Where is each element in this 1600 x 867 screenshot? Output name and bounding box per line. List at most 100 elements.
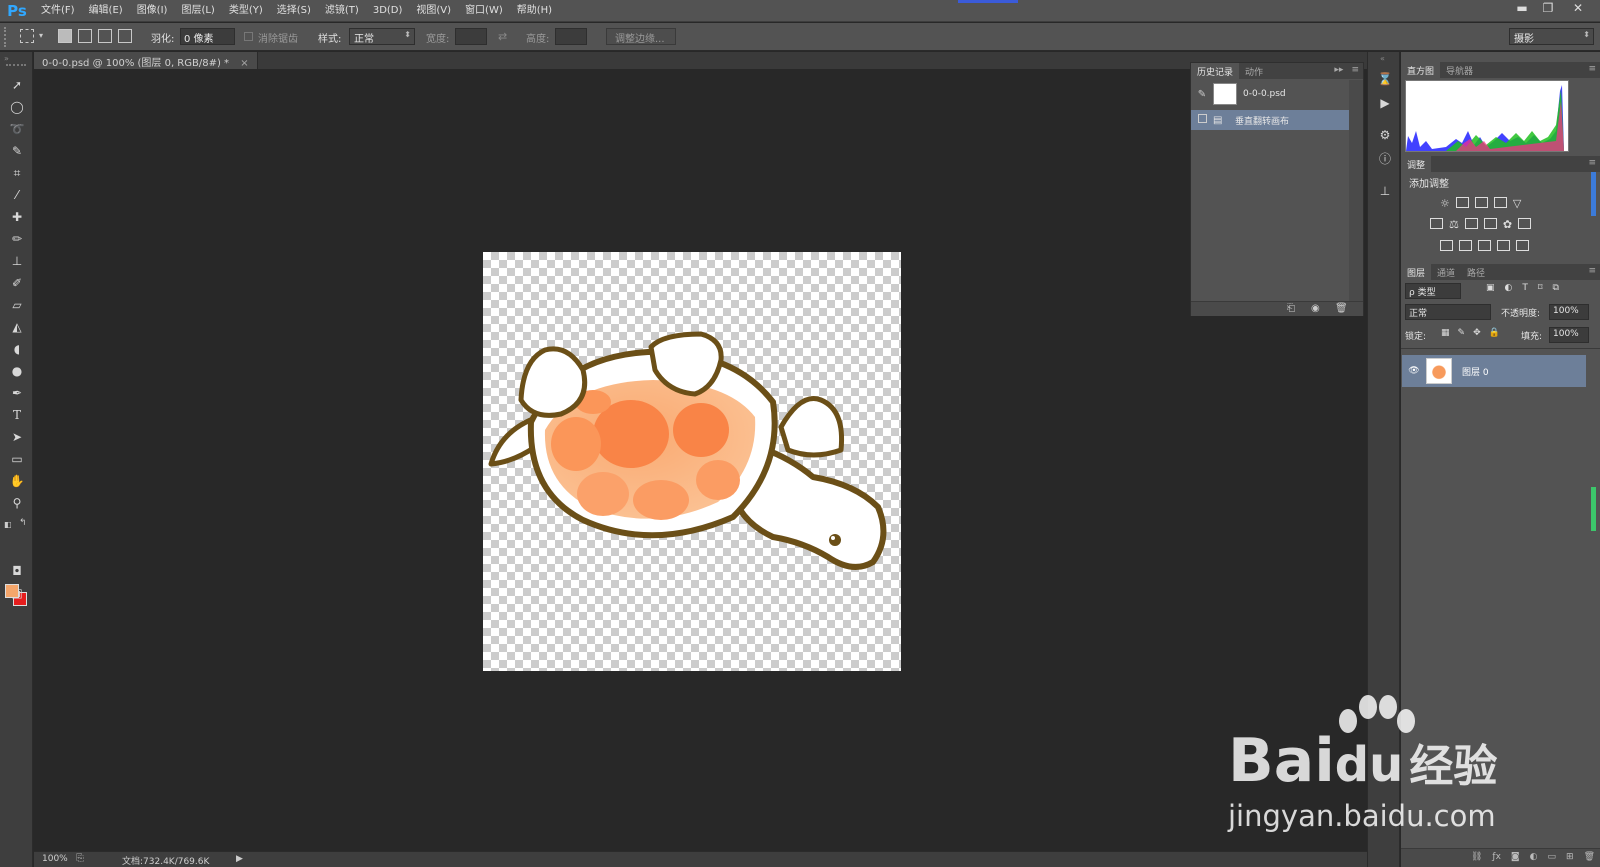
panel-menu-icon[interactable]: ≡ (1584, 264, 1600, 280)
vibrance-icon[interactable]: ▽ (1513, 197, 1521, 210)
color-lookup-icon[interactable] (1518, 218, 1532, 229)
new-document-from-state-icon[interactable]: ⎗ (1287, 303, 1295, 314)
workspace-select[interactable]: 摄影 (1509, 28, 1594, 45)
close-button[interactable]: ✕ (1566, 0, 1590, 16)
filter-type-icon[interactable]: T (1522, 283, 1528, 293)
subtract-selection-icon[interactable] (98, 29, 112, 43)
history-scrollbar[interactable] (1349, 80, 1363, 302)
grip-handle[interactable] (6, 64, 26, 66)
ellipse-marquee-icon[interactable]: ◯ (7, 98, 27, 116)
trash-icon[interactable]: 🗑 (1335, 303, 1348, 314)
eraser-icon[interactable]: ▱ (7, 296, 27, 314)
filter-shape-icon[interactable]: ⌑ (1538, 283, 1543, 293)
document-canvas[interactable] (483, 252, 901, 671)
exposure-icon[interactable] (1493, 197, 1507, 208)
tab-history[interactable]: 历史记录 (1191, 63, 1240, 79)
menu-file[interactable]: 文件(F) (34, 0, 82, 22)
tab-layers[interactable]: 图层 (1401, 264, 1432, 280)
layer-style-icon[interactable]: ƒx (1492, 852, 1501, 864)
menu-window[interactable]: 窗口(W) (458, 0, 510, 22)
new-group-icon[interactable]: ▭ (1548, 852, 1557, 864)
document-tab[interactable]: 0-0-0.psd @ 100% (图层 0, RGB/8#) * × (34, 52, 258, 69)
chevron-down-icon[interactable]: ▾ (39, 31, 43, 40)
panel-menu-icon[interactable]: ≡ (1347, 63, 1363, 79)
lock-pixels-icon[interactable]: ✎ (1458, 328, 1466, 338)
zoom-icon[interactable]: ⚲ (7, 494, 27, 512)
hue-saturation-icon[interactable] (1430, 218, 1443, 229)
selective-color-icon[interactable] (1497, 240, 1510, 251)
menu-select[interactable]: 选择(S) (270, 0, 318, 22)
history-snapshot[interactable]: ✎ 0-0-0.psd (1191, 80, 1351, 108)
tab-navigator[interactable]: 导航器 (1440, 62, 1479, 78)
layer-filter-select[interactable]: ρ 类型 (1405, 283, 1461, 299)
history-brush-icon[interactable]: ✐ (7, 274, 27, 292)
filter-smart-object-icon[interactable]: ⧉ (1553, 283, 1559, 293)
intersect-selection-icon[interactable] (118, 29, 132, 43)
levels-icon[interactable] (1455, 197, 1469, 208)
width-input[interactable] (455, 28, 487, 45)
history-step[interactable]: ▤ 垂直翻转画布 (1191, 110, 1351, 130)
rect-marquee-icon[interactable] (20, 29, 34, 43)
paint-bucket-icon[interactable]: ◭ (7, 318, 27, 336)
history-brush-source-icon[interactable]: ✎ (1191, 89, 1213, 100)
swap-colors-icon[interactable]: ↰ (19, 518, 27, 528)
history-panel-icon[interactable]: ⌛ (1376, 70, 1394, 88)
opacity-input[interactable]: 100% (1549, 304, 1589, 320)
rectangle-shape-icon[interactable]: ▭ (7, 450, 27, 468)
fill-input[interactable]: 100% (1549, 327, 1589, 343)
invert-icon[interactable] (1440, 240, 1453, 251)
eyedropper-icon[interactable]: ⁄ (7, 186, 27, 204)
menu-edit[interactable]: 编辑(E) (82, 0, 130, 22)
grip-handle[interactable] (4, 27, 7, 47)
tab-histogram[interactable]: 直方图 (1401, 62, 1441, 78)
new-adjustment-icon[interactable]: ◐ (1530, 852, 1538, 864)
add-mask-icon[interactable]: ◙ (1511, 852, 1520, 864)
style-select[interactable]: 正常 (349, 28, 415, 45)
threshold-icon[interactable] (1478, 240, 1491, 251)
path-select-icon[interactable]: ➤ (7, 428, 27, 446)
menu-filter[interactable]: 滤镜(T) (318, 0, 366, 22)
add-selection-icon[interactable] (78, 29, 92, 43)
move-tool-icon[interactable]: ➚ (7, 76, 27, 94)
collapse-icon[interactable]: » (4, 54, 9, 63)
status-menu-arrow-icon[interactable]: ▶ (236, 854, 243, 864)
adjustments-scrollbar[interactable] (1591, 172, 1596, 216)
status-share-icon[interactable]: ⎘ (76, 853, 84, 864)
close-tab-icon[interactable]: × (240, 58, 248, 69)
delete-layer-icon[interactable]: 🗑 (1584, 852, 1595, 864)
gradient-map-icon[interactable] (1516, 240, 1529, 251)
hand-icon[interactable]: ✋ (7, 472, 27, 490)
clone-source-icon[interactable]: ⊥ (1376, 182, 1394, 200)
channel-mixer-icon[interactable]: ✿ (1503, 218, 1512, 231)
default-colors-icon[interactable]: ◧ (4, 520, 12, 529)
info-icon[interactable]: ⓘ (1376, 150, 1394, 168)
menu-layer[interactable]: 图层(L) (174, 0, 221, 22)
tab-channels[interactable]: 通道 (1431, 264, 1461, 280)
blend-mode-select[interactable]: 正常 (1405, 304, 1491, 320)
lasso-icon[interactable]: ➰ (7, 120, 27, 138)
panel-menu-icon[interactable]: ≡ (1584, 156, 1600, 172)
feather-input[interactable]: 0 像素 (180, 28, 235, 45)
menu-image[interactable]: 图像(I) (130, 0, 175, 22)
menu-3d[interactable]: 3D(D) (366, 0, 410, 22)
quick-mask-icon[interactable]: ◘ (7, 562, 27, 580)
pen-icon[interactable]: ✒ (7, 384, 27, 402)
filter-adjustment-icon[interactable]: ◐ (1505, 283, 1513, 293)
color-balance-icon[interactable]: ⚖ (1449, 218, 1459, 231)
lock-all-icon[interactable]: 🔒 (1489, 328, 1500, 338)
new-layer-icon[interactable]: ⊞ (1566, 852, 1574, 864)
posterize-icon[interactable] (1459, 240, 1472, 251)
layers-scrollbar[interactable] (1591, 487, 1596, 531)
panel-collapse-icon[interactable]: ▸▸ (1330, 63, 1347, 79)
visibility-eye-icon[interactable]: 👁 (1402, 366, 1426, 376)
actions-play-icon[interactable]: ▶ (1376, 94, 1394, 112)
refine-edge-button[interactable]: 调整边缘... (606, 28, 676, 45)
menu-type[interactable]: 类型(Y) (222, 0, 270, 22)
type-icon[interactable]: T (7, 406, 27, 424)
properties-icon[interactable]: ⚙ (1376, 126, 1394, 144)
lock-position-icon[interactable]: ✥ (1473, 328, 1481, 338)
photo-filter-icon[interactable] (1483, 218, 1497, 229)
healing-brush-icon[interactable]: ✚ (7, 208, 27, 226)
tab-actions[interactable]: 动作 (1239, 63, 1269, 79)
panel-menu-icon[interactable]: ≡ (1584, 62, 1600, 78)
